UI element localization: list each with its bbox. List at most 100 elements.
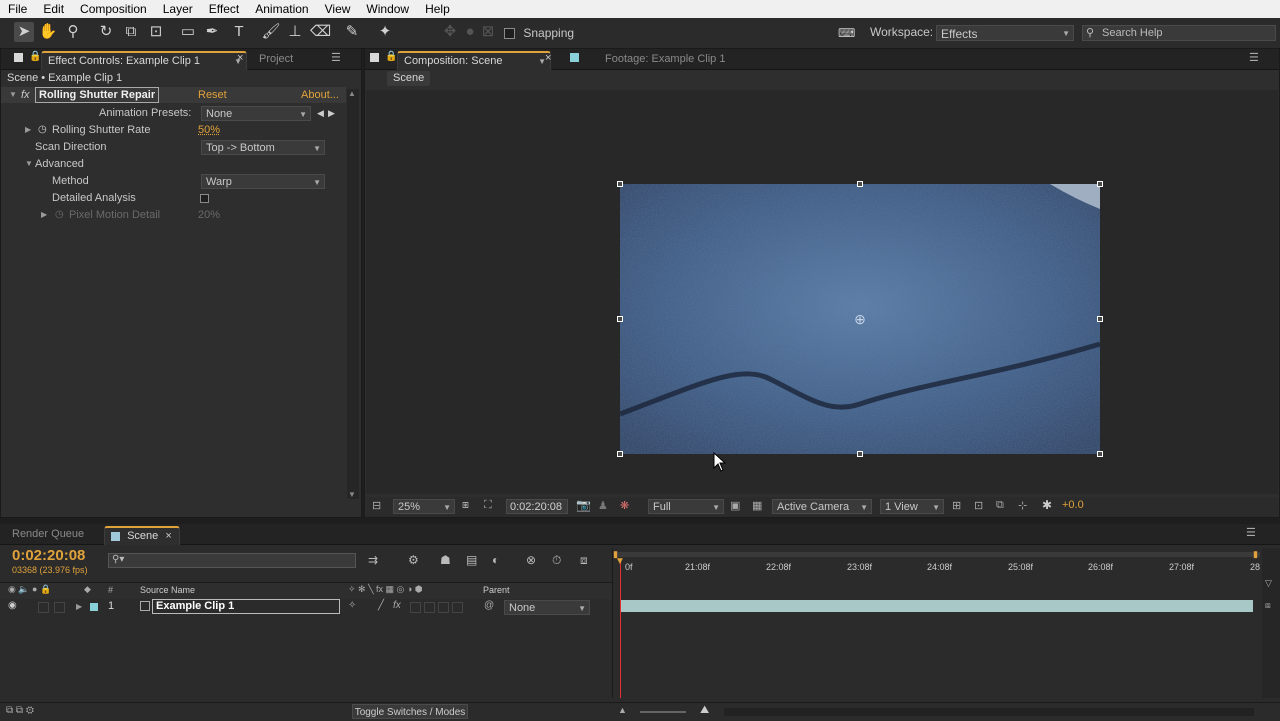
motion-blur-icon[interactable]: ◐ (492, 553, 499, 567)
lock-icon[interactable]: 🔒 (29, 51, 41, 62)
quality-switch-icon[interactable]: ╱ (378, 600, 384, 611)
scroll-up-icon[interactable]: ▲ (348, 89, 356, 98)
transparency-grid-icon[interactable]: ▦ (752, 499, 762, 512)
timeline-search-input[interactable]: ⚲▾ (108, 553, 356, 568)
fx-icon[interactable]: fx (21, 87, 30, 103)
adjustment-switch[interactable] (438, 602, 449, 613)
draft-3d-icon[interactable]: ⚙ (408, 553, 419, 567)
layer-duration-bar[interactable] (621, 600, 1253, 612)
current-time-display[interactable]: 0:02:20:08 (506, 499, 568, 514)
anchor-point-icon[interactable]: ⊕ (853, 312, 867, 326)
close-tab-icon[interactable]: × (237, 52, 243, 64)
stopwatch-icon[interactable]: ◷ (38, 122, 47, 138)
fx-switch-icon[interactable]: fx (393, 600, 401, 611)
tab-scene-timeline[interactable]: Scene × (104, 526, 180, 545)
comp-mini-flowchart-icon[interactable]: ⇉ (368, 553, 378, 567)
shy-layers-icon[interactable]: ☗ (440, 553, 451, 567)
transform-handle-br[interactable] (1097, 451, 1103, 457)
menu-view[interactable]: View (317, 0, 359, 18)
graph-editor-icon[interactable]: ⧈ (580, 553, 588, 568)
panel-menu-icon[interactable]: ☰ (1246, 526, 1256, 539)
puppet-tool-icon[interactable]: ✦ (375, 22, 395, 42)
zoom-out-icon[interactable]: ▲ (618, 705, 627, 715)
expand-layer-triangle-icon[interactable]: ▶ (76, 602, 82, 611)
menu-animation[interactable]: Animation (247, 0, 316, 18)
timeline-scrollbar[interactable]: ▽ ⧈ (1262, 548, 1280, 698)
zoom-in-icon[interactable]: ⛰ (700, 704, 709, 717)
channel-rgb-icon[interactable]: ❋ (620, 499, 629, 512)
transform-handle-ml[interactable] (617, 316, 623, 322)
transform-handle-bc[interactable] (857, 451, 863, 457)
roto-brush-tool-icon[interactable]: ✎ (342, 22, 362, 42)
effect-name[interactable]: Rolling Shutter Repair (35, 87, 160, 103)
selection-tool-icon[interactable]: ➤ (14, 22, 34, 42)
tab-footage[interactable]: Footage: Example Clip 1 (599, 51, 731, 68)
work-area-end-handle[interactable]: ▮ (1253, 549, 1258, 560)
advanced-group-label[interactable]: Advanced (35, 156, 84, 172)
source-name-header[interactable]: Source Name (140, 585, 195, 595)
magnification-select[interactable]: 25% ▼ (393, 499, 455, 514)
region-of-interest-icon[interactable]: ⛶ (484, 499, 492, 512)
transform-handle-tc[interactable] (857, 181, 863, 187)
timeline-zoom-slider[interactable] (640, 711, 686, 713)
parent-header[interactable]: Parent (483, 585, 510, 595)
scan-direction-select[interactable]: Top -> Bottom ▼ (201, 140, 325, 155)
clone-stamp-tool-icon[interactable]: ⊥ (285, 22, 305, 42)
transform-handle-mr[interactable] (1097, 316, 1103, 322)
solo-switch[interactable] (38, 602, 49, 613)
shy-switch-icon[interactable]: ✧ (348, 600, 356, 611)
type-tool-icon[interactable]: T (229, 22, 249, 42)
playhead-icon[interactable]: ▼ (615, 556, 625, 567)
toggle-pixel-aspect-icon[interactable]: ⊞ (952, 499, 961, 512)
horizontal-scrollbar[interactable] (724, 708, 1254, 716)
frame-blending-icon[interactable]: ▤ (466, 553, 477, 567)
workspace-select[interactable]: Effects ▼ (936, 25, 1074, 41)
reset-link[interactable]: Reset (198, 87, 227, 103)
snapshot-camera-icon[interactable]: 📷 (576, 498, 591, 512)
panel-menu-icon[interactable]: ☰ (1249, 51, 1259, 64)
tab-effect-controls[interactable]: Effect Controls: Example Clip 1 ▼ (41, 51, 247, 70)
menu-window[interactable]: Window (358, 0, 417, 18)
next-preset-icon[interactable]: ▶ (328, 105, 335, 121)
time-graph-area[interactable]: ▮ ▮ 0f 21:08f 22:08f 23:08f 24:08f 25:08… (612, 548, 1263, 698)
pen-tool-icon[interactable]: ✒ (202, 22, 222, 42)
current-time-indicator[interactable] (620, 560, 621, 698)
zoom-tool-icon[interactable]: ⚲ (63, 22, 83, 42)
scroll-down-icon[interactable]: ▼ (348, 490, 356, 499)
brainstorm-icon[interactable]: ⊗ (526, 553, 536, 567)
expand-layer-switches-icon[interactable]: ⧉ ⧉ ⚙ (6, 705, 34, 716)
timeline-current-time[interactable]: 0:02:20:08 (12, 547, 85, 564)
toggle-switches-modes-button[interactable]: Toggle Switches / Modes (352, 704, 468, 719)
animation-presets-select[interactable]: None ▼ (201, 106, 311, 121)
prev-preset-icon[interactable]: ◀ (317, 105, 324, 121)
transform-handle-tr[interactable] (1097, 181, 1103, 187)
snapping-checkbox[interactable] (504, 28, 515, 40)
expand-triangle-icon[interactable]: ▶ (25, 122, 31, 138)
menu-layer[interactable]: Layer (155, 0, 201, 18)
view-layout-select[interactable]: 1 View ▼ (880, 499, 944, 514)
menu-composition[interactable]: Composition (72, 0, 155, 18)
rotate-tool-icon[interactable]: ↻ (96, 22, 116, 42)
menu-edit[interactable]: Edit (35, 0, 72, 18)
detailed-analysis-checkbox[interactable] (200, 194, 209, 203)
graph-editor-toggle-icon[interactable]: ⧈ (1265, 600, 1271, 611)
expand-advanced-triangle-icon[interactable]: ▼ (25, 156, 33, 172)
method-select[interactable]: Warp ▼ (201, 174, 325, 189)
menu-effect[interactable]: Effect (201, 0, 247, 18)
hand-tool-icon[interactable]: ✋ (38, 22, 58, 42)
effect-panel-scrollbar[interactable]: ▲ ▼ (347, 89, 359, 499)
close-tab-icon[interactable]: × (545, 52, 551, 64)
rectangle-tool-icon[interactable]: ▭ (178, 22, 198, 42)
video-visibility-icon[interactable]: ◉ (8, 600, 17, 611)
table-row[interactable]: ◉ ▶ 1 Example Clip 1 ✧ ╱ fx @ None ▼ (0, 599, 612, 616)
label-color-swatch[interactable] (90, 603, 98, 611)
expand-effect-triangle-icon[interactable]: ▼ (9, 87, 17, 103)
lock-icon[interactable]: 🔒 (385, 51, 397, 62)
exposure-value[interactable]: +0.0 (1062, 499, 1084, 511)
search-help-field[interactable]: ⚲ Search Help (1082, 25, 1276, 41)
pick-whip-icon[interactable]: @ (484, 600, 494, 611)
lock-switch[interactable] (54, 602, 65, 613)
search-help-input[interactable]: Search Help (1102, 27, 1163, 39)
pan-behind-tool-icon[interactable]: ⊡ (146, 22, 166, 42)
work-area-bar[interactable] (616, 552, 1260, 557)
